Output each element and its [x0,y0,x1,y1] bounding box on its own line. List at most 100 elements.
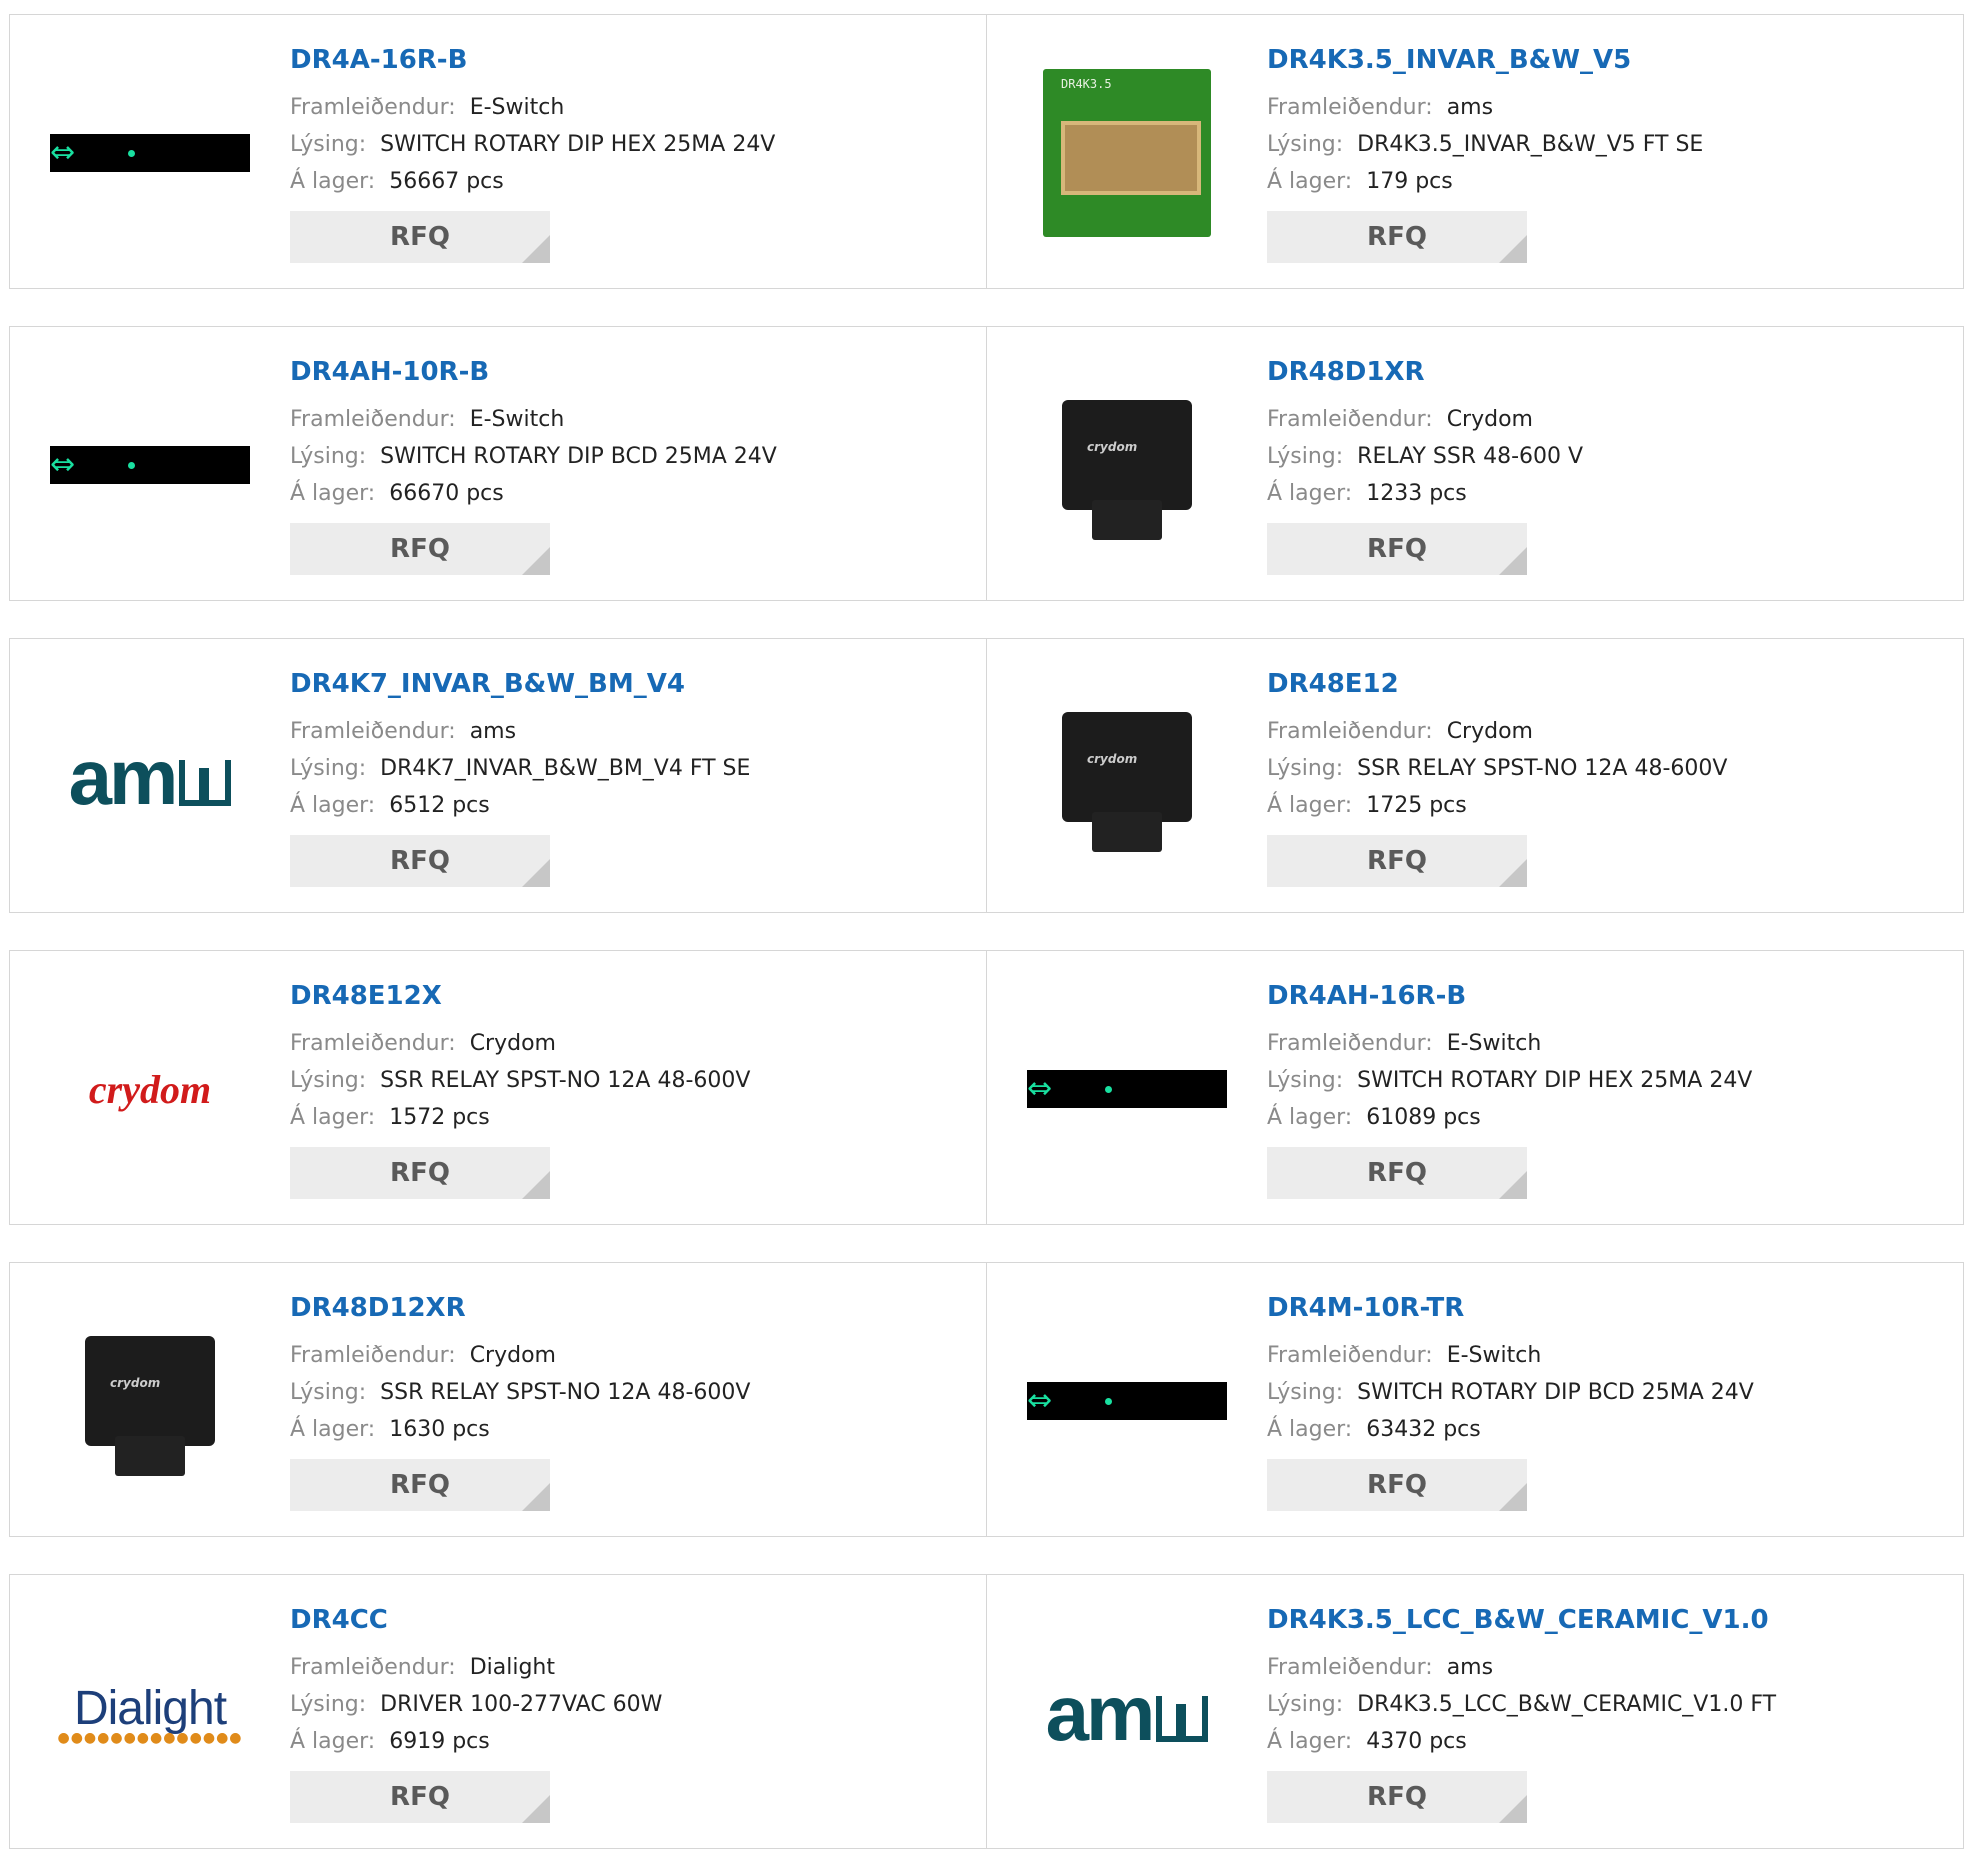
stock-row: Á lager: 63432 pcs [1267,1411,1953,1448]
description-label: Lýsing: [1267,132,1344,157]
corner-triangle-icon [522,859,550,887]
stock-value: 1725 pcs [1366,793,1467,818]
ams-logo: am [69,732,232,823]
description-row: Lýsing: SWITCH ROTARY DIP BCD 25MA 24V [290,438,976,475]
manufacturer-label: Framleiðendur: [1267,1031,1433,1056]
stock-value: 4370 pcs [1366,1729,1467,1754]
product-card: Dialight ●●●●●●●●●●●●●● DR4CC Framleiðend… [9,1574,987,1849]
product-name-link[interactable]: DR48D12XR [290,1291,976,1325]
rfq-button[interactable]: RFQ [290,1459,550,1511]
rfq-button[interactable]: RFQ [1267,1147,1527,1199]
manufacturer-row: Framleiðendur: E-Switch [1267,1337,1953,1374]
product-name-link[interactable]: DR4K7_INVAR_B&W_BM_V4 [290,667,976,701]
product-name-link[interactable]: DR4K3.5_LCC_B&W_CERAMIC_V1.0 [1267,1603,1953,1637]
manufacturer-value: Crydom [1446,407,1533,432]
description-row: Lýsing: DR4K3.5_LCC_B&W_CERAMIC_V1.0 FT [1267,1686,1953,1723]
manufacturer-label: Framleiðendur: [290,1655,456,1680]
stock-value: 63432 pcs [1366,1417,1481,1442]
rfq-button[interactable]: RFQ [290,835,550,887]
rfq-button[interactable]: RFQ [1267,1459,1527,1511]
description-value: RELAY SSR 48-600 V [1357,444,1584,469]
product-name-link[interactable]: DR48D1XR [1267,355,1953,389]
corner-triangle-icon [1499,1483,1527,1511]
stock-value: 61089 pcs [1366,1105,1481,1130]
rfq-button[interactable]: RFQ [1267,211,1527,263]
description-label: Lýsing: [1267,756,1344,781]
corner-triangle-icon [522,235,550,263]
stock-row: Á lager: 1572 pcs [290,1099,976,1136]
switch-image: ⇔ [1027,1070,1227,1108]
description-value: SWITCH ROTARY DIP BCD 25MA 24V [380,444,777,469]
rfq-button[interactable]: RFQ [1267,1771,1527,1823]
rfq-label: RFQ [390,1470,450,1500]
product-image[interactable]: crydom [1027,365,1227,565]
manufacturer-value: E-Switch [469,95,565,120]
product-name-link[interactable]: DR4AH-10R-B [290,355,976,389]
stock-value: 1233 pcs [1366,481,1467,506]
dialight-logo: Dialight ●●●●●●●●●●●●●● [57,1681,243,1746]
description-row: Lýsing: DR4K3.5_INVAR_B&W_V5 FT SE [1267,126,1953,163]
corner-triangle-icon [1499,859,1527,887]
product-name-link[interactable]: DR4A-16R-B [290,43,976,77]
manufacturer-row: Framleiðendur: Dialight [290,1649,976,1686]
manufacturer-row: Framleiðendur: Crydom [1267,401,1953,438]
product-image[interactable]: crydom [1027,677,1227,877]
product-name-link[interactable]: DR4AH-16R-B [1267,979,1953,1013]
corner-triangle-icon [1499,235,1527,263]
description-value: DR4K3.5_INVAR_B&W_V5 FT SE [1357,132,1704,157]
corner-triangle-icon [1499,1171,1527,1199]
rfq-button[interactable]: RFQ [290,211,550,263]
product-card: crydom DR48D1XR Framleiðendur: Crydom Lýs… [986,326,1964,601]
product-image[interactable]: ⇔ [1027,1301,1227,1501]
description-row: Lýsing: SWITCH ROTARY DIP BCD 25MA 24V [1267,1374,1953,1411]
stock-value: 6919 pcs [389,1729,490,1754]
rfq-button[interactable]: RFQ [290,523,550,575]
stock-value: 179 pcs [1366,169,1453,194]
product-image[interactable]: ⇔ [50,365,250,565]
rfq-button[interactable]: RFQ [290,1147,550,1199]
description-row: Lýsing: SSR RELAY SPST-NO 12A 48-600V [290,1062,976,1099]
manufacturer-row: Framleiðendur: E-Switch [1267,1025,1953,1062]
product-image[interactable]: crydom [50,989,250,1189]
product-image[interactable]: DR4K3.5 [1027,53,1227,253]
description-label: Lýsing: [1267,444,1344,469]
manufacturer-label: Framleiðendur: [1267,95,1433,120]
rfq-label: RFQ [1367,534,1427,564]
product-image[interactable]: am [50,677,250,877]
corner-triangle-icon [1499,1795,1527,1823]
product-name-link[interactable]: DR48E12X [290,979,976,1013]
rfq-label: RFQ [1367,222,1427,252]
rfq-button[interactable]: RFQ [290,1771,550,1823]
stock-label: Á lager: [290,793,376,818]
stock-label: Á lager: [1267,1729,1353,1754]
product-name-link[interactable]: DR4K3.5_INVAR_B&W_V5 [1267,43,1953,77]
stock-row: Á lager: 56667 pcs [290,163,976,200]
manufacturer-row: Framleiðendur: Crydom [290,1025,976,1062]
product-image[interactable]: crydom [50,1301,250,1501]
pcb-image: DR4K3.5 [1043,69,1211,237]
description-label: Lýsing: [290,756,367,781]
product-image[interactable]: ⇔ [50,53,250,253]
stock-value: 56667 pcs [389,169,504,194]
stock-label: Á lager: [1267,481,1353,506]
manufacturer-label: Framleiðendur: [290,719,456,744]
product-name-link[interactable]: DR4M-10R-TR [1267,1291,1953,1325]
rfq-button[interactable]: RFQ [1267,835,1527,887]
stock-label: Á lager: [1267,1417,1353,1442]
stock-row: Á lager: 61089 pcs [1267,1099,1953,1136]
rfq-label: RFQ [390,1782,450,1812]
product-image[interactable]: ⇔ [1027,989,1227,1189]
description-value: SSR RELAY SPST-NO 12A 48-600V [380,1068,751,1093]
product-name-link[interactable]: DR48E12 [1267,667,1953,701]
manufacturer-label: Framleiðendur: [1267,1343,1433,1368]
product-card: ⇔ DR4A-16R-B Framleiðendur: E-Switch Lýsi… [9,14,987,289]
description-row: Lýsing: RELAY SSR 48-600 V [1267,438,1953,475]
product-name-link[interactable]: DR4CC [290,1603,976,1637]
description-row: Lýsing: DRIVER 100-277VAC 60W [290,1686,976,1723]
product-image[interactable]: Dialight ●●●●●●●●●●●●●● [50,1613,250,1813]
stock-label: Á lager: [1267,169,1353,194]
stock-value: 1572 pcs [389,1105,490,1130]
product-image[interactable]: am [1027,1613,1227,1813]
rfq-button[interactable]: RFQ [1267,523,1527,575]
product-card: ⇔ DR4AH-10R-B Framleiðendur: E-Switch Lýs… [9,326,987,601]
